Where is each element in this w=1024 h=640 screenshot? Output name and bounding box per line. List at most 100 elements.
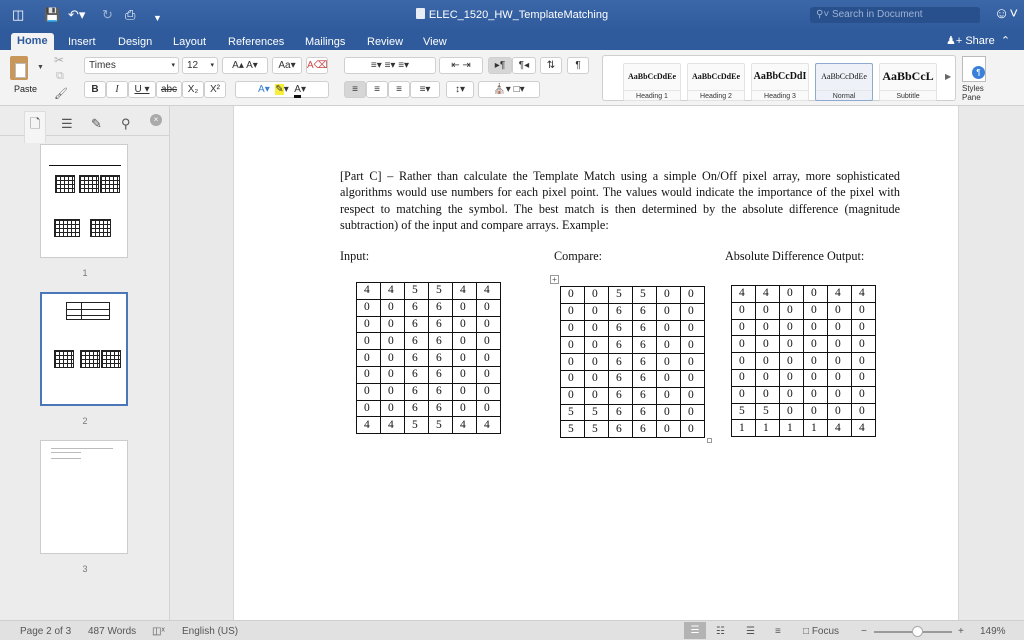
table-cell[interactable]: 6 [608,369,633,388]
table-cell[interactable]: 6 [404,365,429,384]
focus-button[interactable]: □ Focus [803,626,839,637]
table-cell[interactable]: 6 [632,336,657,355]
tab-layout[interactable]: Layout [167,34,212,50]
table-cell[interactable]: 0 [560,302,585,321]
table-cell[interactable]: 0 [803,301,828,320]
table-cell[interactable]: 0 [803,285,828,303]
output-array-table[interactable]: 4400440000000000000000000000000000000000… [731,285,876,438]
zoom-in-button[interactable]: + [958,626,964,637]
line-spacing-button[interactable]: ↕▾ [446,81,474,98]
table-cell[interactable]: 0 [656,319,681,338]
grow-font-icon[interactable]: A▴ [232,60,244,71]
table-cell[interactable]: 0 [584,319,609,338]
table-cell[interactable]: 0 [452,399,477,418]
table-cell[interactable]: 0 [452,298,477,317]
paste-dropdown-icon[interactable]: ▼ [37,64,44,71]
table-cell[interactable]: 0 [779,402,804,421]
table-cell[interactable]: 0 [452,332,477,351]
shrink-font-icon[interactable]: A▾ [246,60,258,71]
superscript-button[interactable]: X² [204,81,226,98]
table-cell[interactable]: 6 [608,386,633,405]
language[interactable]: English (US) [182,626,238,637]
table-cell[interactable]: 0 [680,403,705,422]
table-cell[interactable]: 6 [404,399,429,418]
table-cell[interactable]: 0 [827,301,852,320]
table-cell[interactable]: 0 [779,335,804,354]
decrease-indent-icon[interactable]: ⇤ [451,60,459,71]
highlight-icon[interactable]: ✎ [275,84,284,95]
show-formatting-button[interactable]: ¶ [567,57,589,74]
table-cell[interactable]: 4 [356,416,381,435]
table-cell[interactable]: 0 [803,402,828,421]
table-cell[interactable]: 1 [803,419,828,438]
table-cell[interactable]: 6 [608,403,633,422]
table-cell[interactable]: 0 [656,336,681,355]
table-cell[interactable]: 0 [476,399,501,418]
table-move-handle-icon[interactable]: + [550,275,559,284]
table-cell[interactable]: 1 [731,419,756,438]
cut-icon[interactable]: ✂ [54,53,64,67]
tab-review[interactable]: Review [361,34,409,50]
paste-icon[interactable] [10,56,28,80]
font-size-select[interactable]: 12 ▾ [182,57,218,74]
table-cell[interactable]: 4 [380,282,405,300]
table-cell[interactable]: 0 [656,386,681,405]
table-cell[interactable]: 4 [356,282,381,300]
table-cell[interactable]: 0 [755,335,780,354]
table-cell[interactable]: 6 [428,332,453,351]
zoom-slider-thumb[interactable] [912,626,923,637]
table-cell[interactable]: 5 [404,282,429,300]
table-cell[interactable]: 0 [656,302,681,321]
table-cell[interactable]: 0 [680,302,705,321]
table-cell[interactable]: 0 [476,298,501,317]
table-cell[interactable]: 0 [476,382,501,401]
table-cell[interactable]: 0 [779,301,804,320]
page-thumbnail-2[interactable] [40,292,128,406]
outline-icon[interactable]: ☰ [61,116,73,132]
table-cell[interactable]: 0 [656,353,681,371]
table-cell[interactable]: 5 [560,420,585,439]
table-cell[interactable]: 0 [356,365,381,384]
table-cell[interactable]: 0 [827,318,852,337]
table-cell[interactable]: 6 [428,349,453,367]
style-heading-2[interactable]: AaBbCcDdEe Heading 2 [687,63,745,101]
font-name-select[interactable]: Times ▾ [84,57,179,74]
table-cell[interactable]: 0 [827,402,852,421]
table-cell[interactable]: 6 [632,353,657,371]
text-effects-icon[interactable]: A▾ [258,84,270,95]
table-cell[interactable]: 4 [851,419,876,438]
table-cell[interactable]: 6 [404,298,429,317]
table-cell[interactable]: 0 [560,353,585,371]
web-layout-icon[interactable]: ☷ [716,626,725,637]
table-cell[interactable]: 0 [356,349,381,367]
table-cell[interactable]: 4 [452,416,477,435]
table-cell[interactable]: 6 [428,399,453,418]
numbering-icon[interactable]: ≡▾ [385,60,396,71]
table-cell[interactable]: 0 [731,352,756,370]
table-cell[interactable]: 6 [404,332,429,351]
table-cell[interactable]: 0 [584,369,609,388]
table-cell[interactable]: 0 [584,336,609,355]
table-cell[interactable]: 5 [404,416,429,435]
align-right-button[interactable]: ≡ [388,81,410,98]
table-cell[interactable]: 0 [656,369,681,388]
table-cell[interactable]: 6 [404,382,429,401]
table-cell[interactable]: 0 [380,382,405,401]
table-cell[interactable]: 0 [851,318,876,337]
input-array-table[interactable]: 4455440066000066000066000066000066000066… [356,282,501,435]
table-cell[interactable]: 0 [803,352,828,370]
table-cell[interactable]: 0 [656,420,681,439]
table-cell[interactable]: 0 [680,319,705,338]
change-case-button[interactable]: Aa▾ [272,57,302,74]
table-cell[interactable]: 0 [680,420,705,439]
table-cell[interactable]: 6 [608,336,633,355]
print-layout-icon[interactable]: ☰ [684,622,706,639]
table-cell[interactable]: 6 [632,403,657,422]
table-cell[interactable]: 4 [476,416,501,435]
style-subtitle[interactable]: AaBbCcL Subtitle [879,63,937,101]
table-cell[interactable]: 6 [608,420,633,439]
ltr-paragraph-button[interactable]: ▸¶ [488,57,512,74]
table-cell[interactable]: 5 [428,282,453,300]
styles-pane-label[interactable]: Styles Pane [962,84,992,102]
table-cell[interactable]: 0 [584,386,609,405]
